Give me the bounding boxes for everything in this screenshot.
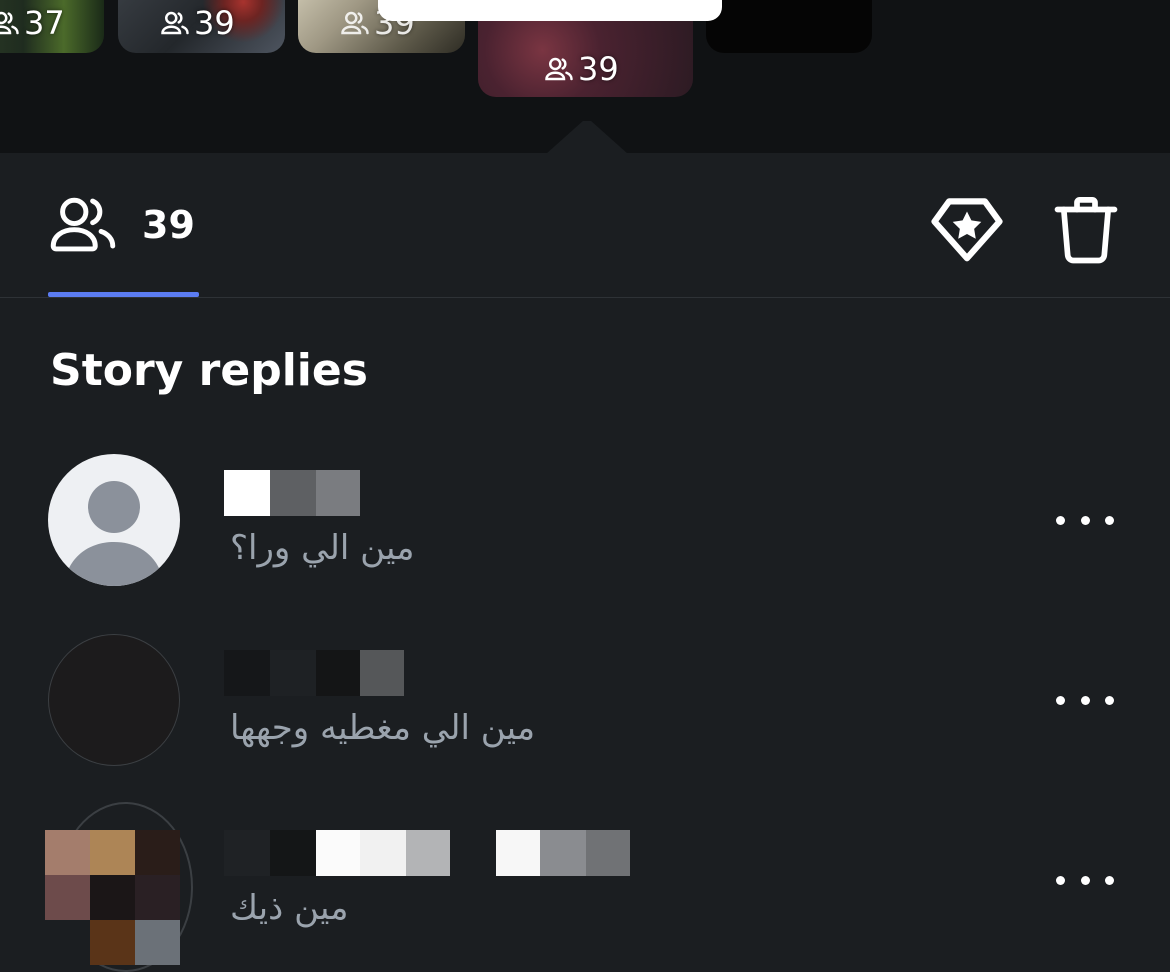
story-thumbnail-strip: 37 39 39 39 bbox=[0, 0, 1170, 153]
add-to-highlight-button[interactable] bbox=[928, 190, 1006, 268]
username-redacted bbox=[224, 650, 404, 696]
dot bbox=[1080, 515, 1090, 525]
selection-pointer bbox=[546, 121, 628, 153]
list-item[interactable]: مين ذيك bbox=[0, 805, 1170, 965]
default-avatar-icon bbox=[64, 481, 164, 586]
thumbnail-viewer-count: 37 bbox=[0, 4, 65, 42]
username-redacted bbox=[224, 830, 630, 876]
avatar[interactable] bbox=[45, 830, 180, 970]
delete-button[interactable] bbox=[1050, 190, 1122, 268]
avatar[interactable] bbox=[48, 634, 180, 766]
people-icon bbox=[50, 197, 116, 252]
more-options-button[interactable] bbox=[1056, 865, 1114, 895]
username-redacted bbox=[224, 470, 360, 516]
dot bbox=[1056, 515, 1065, 525]
people-icon bbox=[161, 11, 189, 35]
reply-text: مين الي ورا؟ bbox=[230, 528, 415, 568]
dot bbox=[1105, 515, 1114, 525]
more-options-button[interactable] bbox=[1056, 505, 1114, 535]
avatar[interactable] bbox=[48, 454, 180, 586]
viewer-count: 39 bbox=[142, 203, 195, 247]
dot bbox=[1056, 875, 1065, 885]
dot bbox=[1080, 875, 1090, 885]
dot bbox=[1105, 875, 1114, 885]
thumbnail-viewer-count: 39 bbox=[544, 50, 619, 88]
people-icon bbox=[341, 11, 369, 35]
trash-icon bbox=[1054, 197, 1118, 264]
more-options-button[interactable] bbox=[1056, 685, 1114, 715]
dot bbox=[1105, 695, 1114, 705]
redacted-bar bbox=[378, 0, 722, 21]
list-item[interactable]: مين الي ورا؟ bbox=[0, 445, 1170, 595]
highlight-diamond-star-icon bbox=[931, 198, 1003, 262]
section-title: Story replies bbox=[50, 345, 368, 396]
thumbnail-viewer-count: 39 bbox=[160, 4, 235, 42]
story-thumbnail[interactable] bbox=[706, 0, 872, 53]
reply-text: مين ذيك bbox=[230, 888, 349, 928]
tab-viewers[interactable]: 39 bbox=[48, 190, 195, 260]
people-icon bbox=[0, 11, 19, 35]
divider bbox=[0, 297, 1170, 298]
list-item[interactable]: مين الي مغطيه وجهها bbox=[0, 625, 1170, 775]
people-icon bbox=[545, 57, 573, 81]
dot bbox=[1080, 695, 1090, 705]
story-thumbnail[interactable]: 37 bbox=[0, 0, 104, 53]
dot bbox=[1056, 695, 1065, 705]
story-thumbnail[interactable]: 39 bbox=[118, 0, 285, 53]
reply-text: مين الي مغطيه وجهها bbox=[230, 708, 536, 748]
